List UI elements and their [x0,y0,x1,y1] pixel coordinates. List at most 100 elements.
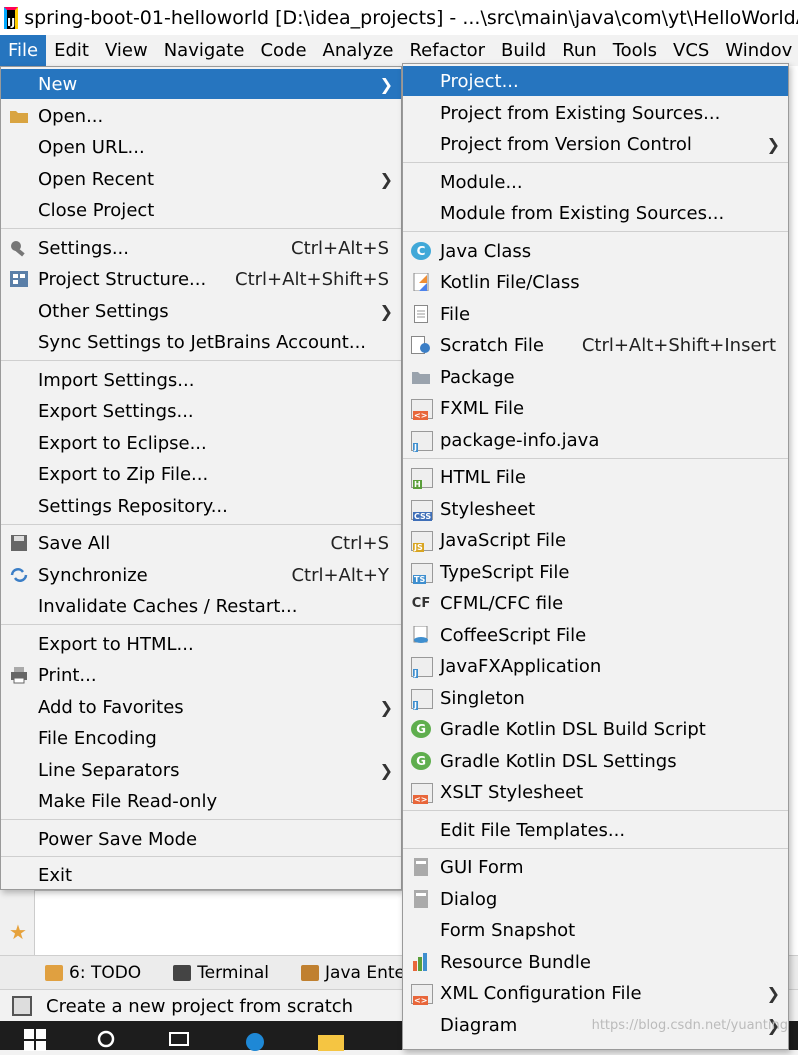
file-settings-item[interactable]: Settings... Ctrl+Alt+S [1,233,401,263]
file-export-html-item[interactable]: Export to HTML... [1,629,401,659]
new-project-existing-item[interactable]: Project from Existing Sources... [403,98,788,128]
todo-tab-label: 6: TODO [69,963,142,983]
new-cfml-file-label: CFML/CFC file [440,592,564,614]
new-module-existing-item[interactable]: Module from Existing Sources... [403,198,788,228]
menu-window[interactable]: Windov [717,35,798,66]
wrench-icon [9,239,29,257]
new-scratch-file-item[interactable]: Scratch File Ctrl+Alt+Shift+Insert [403,330,788,360]
new-form-snapshot-item[interactable]: Form Snapshot [403,915,788,945]
file-print-item[interactable]: Print... [1,660,401,690]
file-save-all-label: Save All [38,532,111,554]
new-file-item[interactable]: File [403,299,788,329]
shortcut-text: Ctrl+Alt+Y [291,564,389,586]
new-project-vcs-item[interactable]: Project from Version Control ❯ [403,129,788,159]
file-sync-settings-label: Sync Settings to JetBrains Account... [38,331,367,353]
file-add-favorites-item[interactable]: Add to Favorites ❯ [1,692,401,722]
new-java-class-label: Java Class [440,240,532,262]
star-icon[interactable]: ★ [9,920,27,944]
task-view-icon[interactable] [168,1029,190,1051]
edge-browser-icon[interactable] [244,1029,266,1051]
menu-file[interactable]: File [0,35,47,66]
menu-build[interactable]: Build [493,35,554,66]
file-export-zip-item[interactable]: Export to Zip File... [1,459,401,489]
gradle-settings-icon: G [411,752,431,770]
menu-analyze[interactable]: Analyze [315,35,402,66]
menu-refactor[interactable]: Refactor [401,35,493,66]
file-make-readonly-item[interactable]: Make File Read-only [1,786,401,816]
file-new-item[interactable]: New ❯ [1,69,401,99]
menu-vcs[interactable]: VCS [665,35,717,66]
java-enterprise-tab-label: Java Ente [325,963,405,983]
menu-separator [1,524,401,525]
new-fxml-file-item[interactable]: <> FXML File [403,393,788,423]
new-gradle-settings-item[interactable]: G Gradle Kotlin DSL Settings [403,746,788,776]
new-gui-form-item[interactable]: GUI Form [403,852,788,882]
new-cfml-file-item[interactable]: CF CFML/CFC file [403,588,788,618]
new-kotlin-file-label: Kotlin File/Class [440,271,580,293]
terminal-tab[interactable]: Terminal [173,963,269,983]
file-open-recent-item[interactable]: Open Recent ❯ [1,164,401,194]
new-stylesheet-item[interactable]: CSS Stylesheet [403,494,788,524]
menu-edit[interactable]: Edit [46,35,97,66]
sync-icon [9,566,29,584]
file-encoding-item[interactable]: File Encoding [1,723,401,753]
new-project-item[interactable]: Project... [403,66,788,96]
html-badge: H [413,480,422,489]
file-synchronize-item[interactable]: Synchronize Ctrl+Alt+Y [1,560,401,590]
file-project-structure-item[interactable]: Project Structure... Ctrl+Alt+Shift+S [1,264,401,294]
new-fxml-file-label: FXML File [440,397,525,419]
new-typescript-file-item[interactable]: TS TypeScript File [403,557,788,587]
file-sync-settings-item[interactable]: Sync Settings to JetBrains Account... [1,327,401,357]
new-xslt-stylesheet-item[interactable]: <> XSLT Stylesheet [403,777,788,807]
menu-run[interactable]: Run [554,35,605,66]
resource-bundle-icon [411,953,431,971]
new-resource-bundle-item[interactable]: Resource Bundle [403,947,788,977]
new-java-class-item[interactable]: C Java Class [403,236,788,266]
menu-navigate[interactable]: Navigate [156,35,253,66]
file-open-item[interactable]: Open... [1,101,401,131]
xslt-badge: <> [413,795,429,804]
new-package-info-item[interactable]: J package-info.java [403,425,788,455]
menu-tools[interactable]: Tools [605,35,665,66]
file-close-project-item[interactable]: Close Project [1,195,401,225]
todo-tab[interactable]: 6: TODO [45,963,141,983]
file-invalidate-caches-item[interactable]: Invalidate Caches / Restart... [1,591,401,621]
new-html-file-item[interactable]: H HTML File [403,462,788,492]
file-settings-repository-item[interactable]: Settings Repository... [1,491,401,521]
menu-bar: File Edit View Navigate Code Analyze Ref… [0,35,798,66]
file-open-label: Open... [38,105,104,127]
new-edit-templates-item[interactable]: Edit File Templates... [403,815,788,845]
file-other-settings-item[interactable]: Other Settings ❯ [1,296,401,326]
new-xslt-stylesheet-label: XSLT Stylesheet [440,781,584,803]
new-package-item[interactable]: Package [403,362,788,392]
file-export-zip-label: Export to Zip File... [38,463,209,485]
file-exit-item[interactable]: Exit [1,860,401,890]
shortcut-text: Ctrl+S [330,532,389,554]
windows-start-icon[interactable] [24,1029,46,1051]
new-kotlin-file-item[interactable]: Kotlin File/Class [403,267,788,297]
menu-code[interactable]: Code [252,35,314,66]
file-power-save-item[interactable]: Power Save Mode [1,824,401,854]
new-gradle-build-script-item[interactable]: G Gradle Kotlin DSL Build Script [403,714,788,744]
file-explorer-icon[interactable] [318,1029,344,1051]
file-icon [411,305,431,323]
new-coffeescript-file-item[interactable]: CoffeeScript File [403,620,788,650]
new-xml-config-item[interactable]: <> XML Configuration File ❯ [403,978,788,1008]
new-module-item[interactable]: Module... [403,167,788,197]
file-line-separators-item[interactable]: Line Separators ❯ [1,755,401,785]
new-dialog-item[interactable]: Dialog [403,884,788,914]
new-javafx-application-item[interactable]: J JavaFXApplication [403,651,788,681]
file-open-url-item[interactable]: Open URL... [1,132,401,162]
menu-view[interactable]: View [97,35,156,66]
file-save-all-item[interactable]: Save All Ctrl+S [1,528,401,558]
java-enterprise-tab[interactable]: Java Ente [301,963,405,983]
new-javascript-file-item[interactable]: JS JavaScript File [403,525,788,555]
html-file-icon: H [411,468,433,489]
toggle-tool-windows-icon[interactable] [12,996,32,1016]
file-export-settings-item[interactable]: Export Settings... [1,396,401,426]
search-icon[interactable] [96,1029,118,1051]
new-gradle-settings-label: Gradle Kotlin DSL Settings [440,750,677,772]
file-export-eclipse-item[interactable]: Export to Eclipse... [1,428,401,458]
new-singleton-item[interactable]: J Singleton [403,683,788,713]
file-import-settings-item[interactable]: Import Settings... [1,365,401,395]
